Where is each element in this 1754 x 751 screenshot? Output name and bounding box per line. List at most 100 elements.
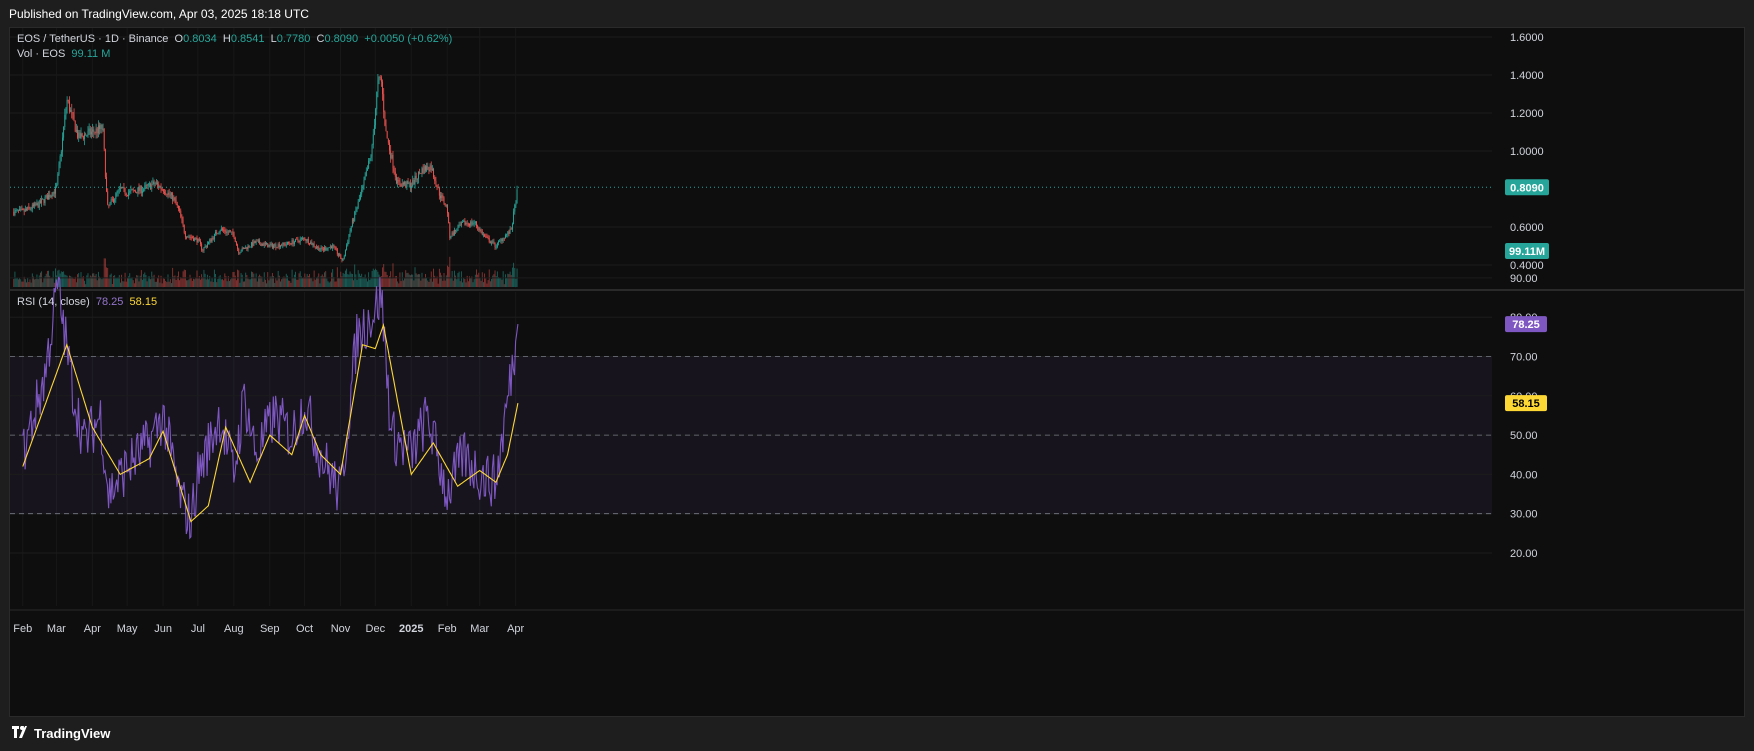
volume-bar [197,278,199,287]
candle-body [188,236,190,238]
candle-body [452,232,454,236]
candle-body [335,247,337,250]
volume-bar [284,277,286,287]
volume-bar [179,280,181,287]
tradingview-logo-icon[interactable] [12,724,30,741]
volume-bar [81,276,83,287]
candle-body [249,246,251,248]
volume-bar [136,275,138,287]
candle-body [226,231,228,233]
volume-bar [101,279,103,287]
candle-body [273,245,274,248]
candle-body [66,99,68,109]
candle-body [196,238,198,243]
candle-body [306,239,308,241]
candle-body [253,241,255,246]
chart-container[interactable]: 1.6000 1.4000 1.2000 1.0000 0.6000 0.4000 Feb M… [9,27,1745,717]
volume-bar [314,279,316,287]
candle-body [372,134,374,145]
candle-body [434,177,436,181]
volume-bar [384,271,386,287]
candle-body [292,240,294,245]
volume-bars [13,256,518,287]
price-legend: EOS / TetherUS · 1D · Binance O0.8034 H0… [17,33,452,45]
volume-bar [326,278,328,287]
candle-body [466,223,468,224]
candle-body [471,221,473,225]
volume-bar [350,273,352,287]
candle-body [371,144,373,157]
candle-body [118,187,120,190]
volume-bar [21,281,23,287]
candle-body [124,187,126,194]
chart-canvas[interactable]: 1.6000 1.4000 1.2000 1.0000 0.6000 0.4000 Feb M… [10,28,1744,716]
candle-body [252,242,254,246]
candle-body [201,244,203,250]
rsi-label[interactable]: RSI (14, close) [17,296,90,308]
volume-bar [232,272,234,287]
volume-bar [402,280,404,287]
volume-bar [254,278,256,287]
volume-bar [437,283,439,287]
candle-body [109,202,111,206]
candle-body [338,254,339,256]
candle-body [159,186,161,188]
tradingview-brand[interactable]: TradingView [34,726,110,741]
candle-body [93,129,95,133]
candle-body [406,180,408,188]
candle-body [169,194,171,196]
volume-label[interactable]: Vol · EOS [17,48,65,60]
volume-bar [364,274,366,287]
volume-bar [37,279,39,287]
volume-bar [500,277,502,287]
candle-body [161,188,163,190]
volume-bar [135,277,136,287]
candle-body [447,204,448,214]
price-tick-label: 1.6000 [1510,32,1544,44]
volume-bar [411,274,412,287]
volume-bar [168,281,170,287]
volume-bar [458,271,460,287]
candle-body [325,247,327,251]
volume-bar [392,263,394,287]
candle-body [132,189,134,191]
volume-bar [233,271,235,287]
candle-body [297,239,299,241]
volume-bar [498,277,499,287]
candle-body [198,238,200,241]
candle-body [344,250,346,257]
volume-bar [334,281,336,287]
candle-body [143,189,145,192]
volume-bar [28,282,30,287]
candle-body [58,164,60,175]
volume-bar [50,277,52,287]
candle-body [232,231,234,234]
candle-body [506,234,508,236]
volume-bar [109,274,111,287]
volume-bar [271,272,273,287]
high-value: 0.8541 [230,33,265,45]
candle-body [281,245,283,247]
candle-body [33,204,34,206]
candle-body [304,238,306,241]
candle-body [51,195,53,197]
candle-body [283,242,285,244]
volume-bar [444,280,446,287]
volume-bar [191,280,193,287]
candle-body [242,247,244,249]
volume-bar [65,275,67,287]
candle-body [202,249,204,251]
volume-bar [355,274,357,287]
candle-body [191,237,193,239]
time-tick-label: Mar [47,623,66,635]
volume-value: 99.11 M [71,48,111,60]
symbol-label[interactable]: EOS / TetherUS · 1D · Binance [17,33,168,45]
volume-bar [486,283,488,287]
volume-bar [121,274,123,287]
candle-body [225,231,227,233]
candle-body [274,244,276,246]
volume-bar [354,264,356,287]
candle-body [411,186,412,189]
candle-body [291,240,293,245]
volume-bar [452,280,454,287]
